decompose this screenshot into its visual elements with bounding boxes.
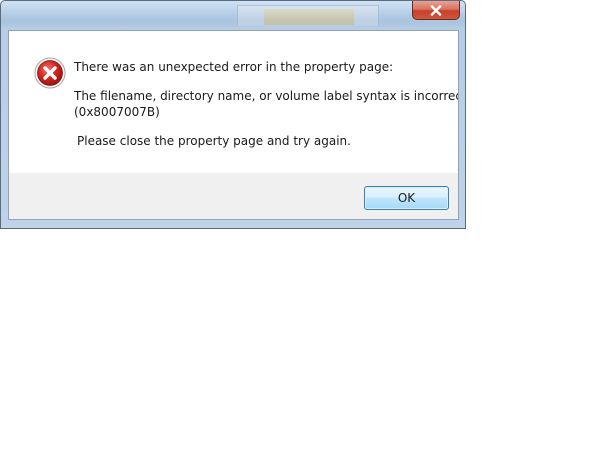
ok-button[interactable]: OK (364, 186, 449, 210)
background-window-glimpse (237, 5, 379, 26)
dialog-client-area: There was an unexpected error in the pro… (8, 30, 459, 220)
error-code: (0x8007007B) (74, 105, 160, 119)
button-panel: OK (9, 173, 458, 219)
error-headline: There was an unexpected error in the pro… (74, 60, 394, 74)
error-x-circle-icon (34, 57, 66, 89)
error-instruction: Please close the property page and try a… (77, 134, 351, 148)
close-button[interactable] (412, 1, 460, 20)
message-panel: There was an unexpected error in the pro… (9, 31, 458, 173)
background-tab (264, 9, 354, 25)
error-dialog: There was an unexpected error in the pro… (0, 0, 466, 229)
error-detail-line: The filename, directory name, or volume … (74, 89, 459, 103)
error-message: There was an unexpected error in the pro… (74, 59, 459, 149)
close-x-icon (430, 4, 442, 16)
